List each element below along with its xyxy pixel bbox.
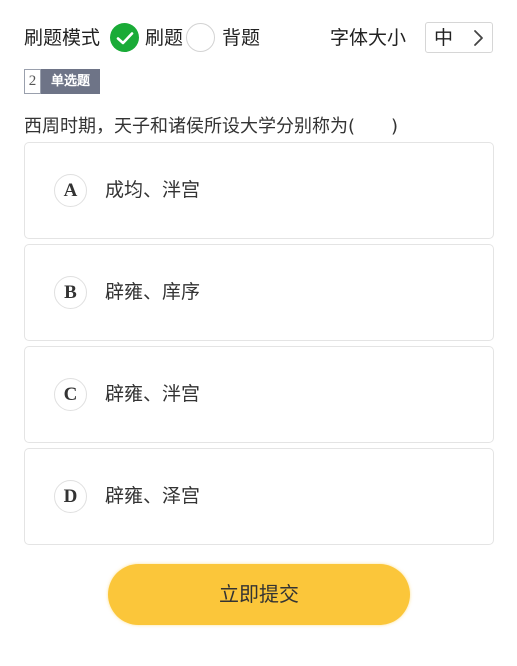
font-size-select[interactable]: 中 bbox=[425, 22, 493, 53]
font-size-value: 中 bbox=[434, 27, 454, 49]
top-bar: 刷题模式 刷题 背题 字体大小 中 bbox=[0, 0, 517, 76]
question-text: 西周时期，天子和诸侯所设大学分别称为( ) bbox=[24, 116, 399, 137]
submit-button[interactable]: 立即提交 bbox=[108, 564, 410, 625]
question-type-badge: 单选题 bbox=[41, 69, 100, 94]
mode-memorize-radio[interactable] bbox=[186, 23, 215, 52]
option-d[interactable]: D 辟雍、泽宫 bbox=[24, 448, 494, 545]
option-letter: C bbox=[54, 378, 87, 411]
mode-practice-radio[interactable] bbox=[110, 23, 139, 52]
mode-practice-label[interactable]: 刷题 bbox=[145, 24, 183, 52]
option-text: 成均、泮宫 bbox=[105, 179, 201, 201]
option-letter: D bbox=[54, 480, 87, 513]
option-b[interactable]: B 辟雍、庠序 bbox=[24, 244, 494, 341]
mode-memorize-label[interactable]: 背题 bbox=[222, 24, 260, 52]
option-text: 辟雍、泽宫 bbox=[105, 485, 201, 507]
check-icon bbox=[116, 31, 133, 44]
option-c[interactable]: C 辟雍、泮宫 bbox=[24, 346, 494, 443]
font-size-label: 字体大小 bbox=[330, 27, 407, 49]
mode-label: 刷题模式 bbox=[24, 27, 101, 49]
option-text: 辟雍、泮宫 bbox=[105, 383, 201, 405]
chevron-right-icon bbox=[474, 30, 483, 46]
option-text: 辟雍、庠序 bbox=[105, 281, 201, 303]
option-a[interactable]: A 成均、泮宫 bbox=[24, 142, 494, 239]
option-letter: B bbox=[54, 276, 87, 309]
question-number: 2 bbox=[24, 69, 41, 94]
option-letter: A bbox=[54, 174, 87, 207]
